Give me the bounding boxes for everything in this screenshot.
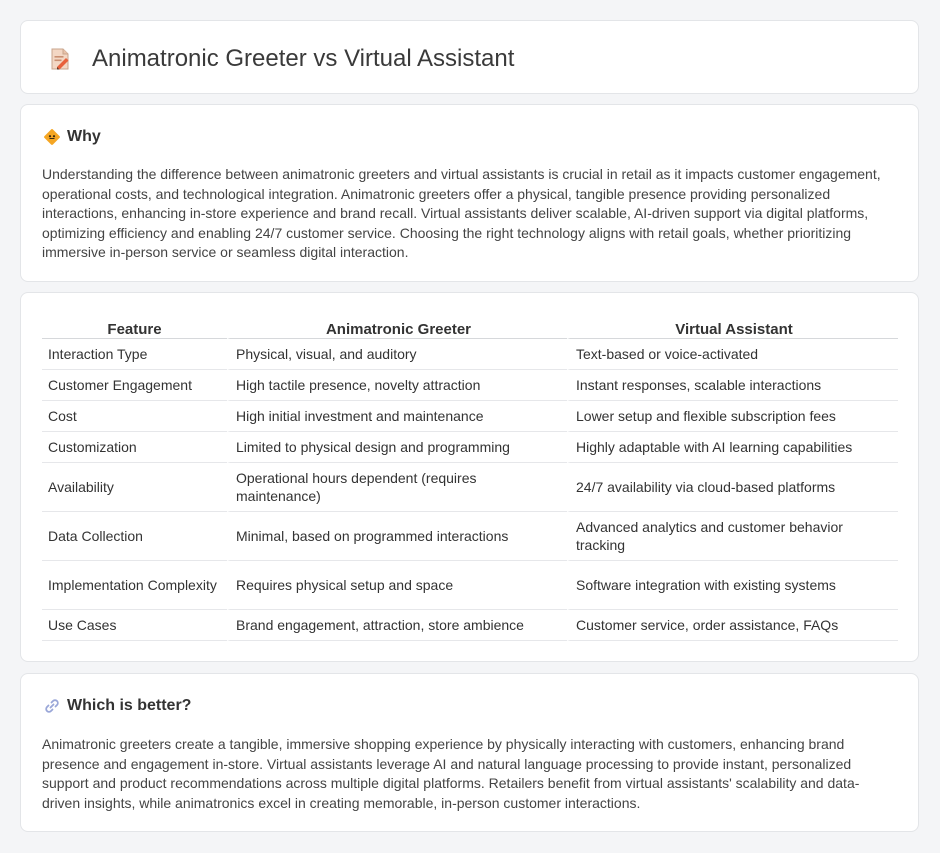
why-heading: Why xyxy=(67,128,101,145)
animatronic-cell: Requires physical setup and space xyxy=(227,561,567,610)
comparison-table: Feature Animatronic Greeter Virtual Assi… xyxy=(42,315,898,641)
virtual-assistant-cell: Advanced analytics and customer behavior… xyxy=(567,512,898,561)
animatronic-cell: Minimal, based on programmed interaction… xyxy=(227,512,567,561)
feature-cell: Availability xyxy=(42,463,227,512)
virtual-assistant-cell: Customer service, order assistance, FAQs xyxy=(567,610,898,641)
virtual-assistant-cell: Lower setup and flexible subscription fe… xyxy=(567,401,898,432)
title-card: Animatronic Greeter vs Virtual Assistant xyxy=(20,20,919,94)
document-pencil-icon xyxy=(51,48,69,70)
table-row: Customer Engagement High tactile presenc… xyxy=(42,370,898,401)
table-row: Implementation Complexity Requires physi… xyxy=(42,561,898,610)
virtual-assistant-cell: Software integration with existing syste… xyxy=(567,561,898,610)
feature-cell: Implementation Complexity xyxy=(42,561,227,610)
feature-cell: Cost xyxy=(42,401,227,432)
column-header-animatronic-greeter: Animatronic Greeter xyxy=(227,315,567,339)
animatronic-cell: High tactile presence, novelty attractio… xyxy=(227,370,567,401)
why-text: Understanding the difference between ani… xyxy=(42,166,881,260)
table-row: Cost High initial investment and mainten… xyxy=(42,401,898,432)
animatronic-cell: Operational hours dependent (requires ma… xyxy=(227,463,567,512)
table-row: Use Cases Brand engagement, attraction, … xyxy=(42,610,898,641)
feature-cell: Customer Engagement xyxy=(42,370,227,401)
animatronic-cell: Physical, visual, and auditory xyxy=(227,339,567,370)
feature-cell: Use Cases xyxy=(42,610,227,641)
feature-cell: Customization xyxy=(42,432,227,463)
column-header-feature: Feature xyxy=(42,315,227,339)
feature-cell: Data Collection xyxy=(42,512,227,561)
why-section: Why Understanding the difference between… xyxy=(20,104,919,282)
which-is-better-text: Animatronic greeters create a tangible, … xyxy=(42,736,860,811)
which-is-better-section: Which is better? Animatronic greeters cr… xyxy=(20,673,919,832)
which-is-better-heading: Which is better? xyxy=(67,697,192,714)
virtual-assistant-cell: Instant responses, scalable interactions xyxy=(567,370,898,401)
virtual-assistant-cell: 24/7 availability via cloud-based platfo… xyxy=(567,463,898,512)
animatronic-cell: Brand engagement, attraction, store ambi… xyxy=(227,610,567,641)
table-row: Availability Operational hours dependent… xyxy=(42,463,898,512)
feature-cell: Interaction Type xyxy=(42,339,227,370)
page-title: Animatronic Greeter vs Virtual Assistant xyxy=(92,45,515,72)
animatronic-cell: High initial investment and maintenance xyxy=(227,401,567,432)
link-icon xyxy=(45,699,59,713)
table-header-row: Feature Animatronic Greeter Virtual Assi… xyxy=(42,315,898,339)
virtual-assistant-cell: Highly adaptable with AI learning capabi… xyxy=(567,432,898,463)
column-header-virtual-assistant: Virtual Assistant xyxy=(567,315,898,339)
comparison-table-card: Feature Animatronic Greeter Virtual Assi… xyxy=(20,292,919,662)
table-row: Interaction Type Physical, visual, and a… xyxy=(42,339,898,370)
diamond-sign-icon xyxy=(44,129,60,145)
virtual-assistant-cell: Text-based or voice-activated xyxy=(567,339,898,370)
animatronic-cell: Limited to physical design and programmi… xyxy=(227,432,567,463)
table-row: Data Collection Minimal, based on progra… xyxy=(42,512,898,561)
table-row: Customization Limited to physical design… xyxy=(42,432,898,463)
